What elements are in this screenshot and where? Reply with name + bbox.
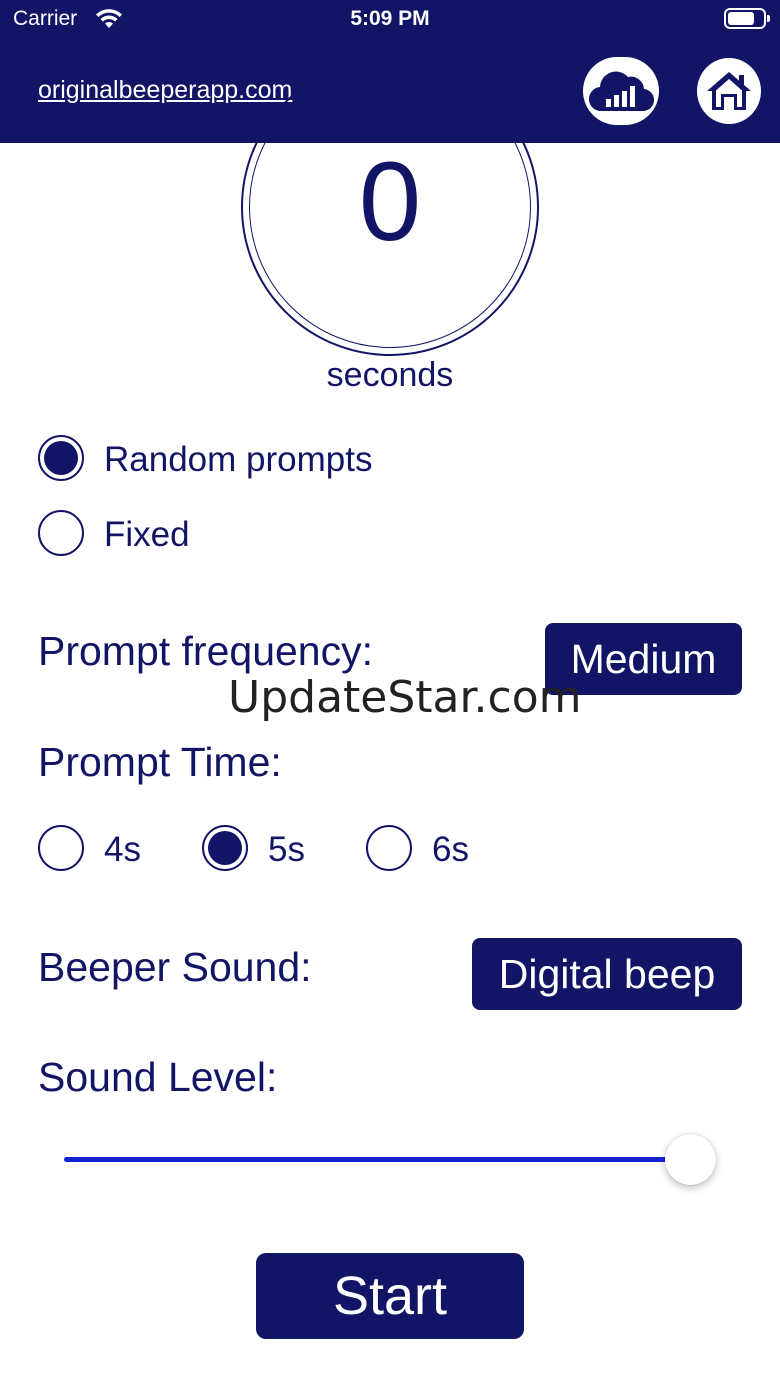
home-icon (707, 72, 751, 110)
start-button[interactable]: Start (256, 1253, 524, 1339)
beeper-sound-button[interactable]: Digital beep (472, 938, 742, 1010)
radio-6s[interactable] (366, 825, 412, 871)
sound-level-slider-thumb[interactable] (665, 1134, 716, 1185)
cloud-bar-chart-icon (589, 71, 654, 112)
sound-level-label: Sound Level: (38, 1054, 278, 1100)
radio-4s[interactable] (38, 825, 84, 871)
radio-5s[interactable] (202, 825, 248, 871)
radio-6s-label: 6s (432, 830, 469, 869)
radio-random-prompts[interactable] (38, 435, 84, 481)
watermark-text: UpdateStar.com (228, 672, 582, 723)
battery-icon (724, 8, 770, 29)
clock-label: 5:09 PM (350, 7, 430, 30)
status-bar: Carrier 5:09 PM (0, 0, 780, 40)
prompt-frequency-label: Prompt frequency: (38, 628, 373, 674)
timer-value: 0 (358, 139, 422, 264)
cloud-stats-button[interactable] (583, 57, 659, 125)
prompt-time-label: Prompt Time: (38, 739, 282, 785)
radio-5s-label: 5s (268, 830, 305, 869)
timer-unit-label: seconds (326, 356, 454, 394)
sound-level-slider-track[interactable] (64, 1157, 690, 1162)
radio-fixed-label: Fixed (104, 515, 190, 554)
radio-fixed[interactable] (38, 510, 84, 556)
home-button[interactable] (697, 58, 761, 124)
beeper-sound-label: Beeper Sound: (38, 944, 312, 990)
radio-random-prompts-label: Random prompts (104, 440, 373, 479)
radio-4s-label: 4s (104, 830, 141, 869)
website-link[interactable]: originalbeeperapp.com (38, 76, 292, 105)
